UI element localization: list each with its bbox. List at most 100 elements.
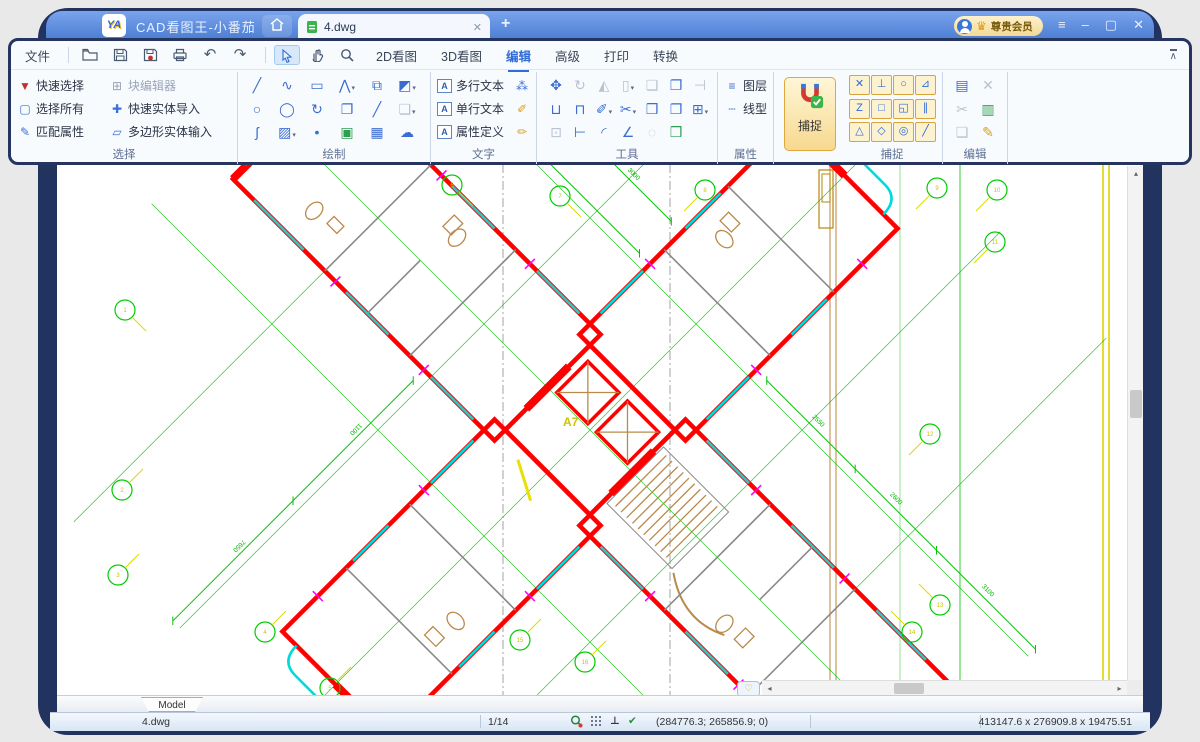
favorite-button[interactable]: ♡: [737, 681, 760, 695]
tab-convert[interactable]: 转换: [653, 46, 678, 65]
snap-parallel-icon[interactable]: ∥: [915, 99, 936, 119]
maximize-button[interactable]: ▢: [1105, 17, 1117, 33]
snap-intersection-icon[interactable]: ✕: [849, 75, 870, 95]
singleline-text-button[interactable]: A单行文本✐: [437, 97, 530, 120]
snap-node-icon[interactable]: ◱: [893, 99, 914, 119]
copy-icon[interactable]: ❏: [639, 74, 665, 97]
snap-quadrant-icon[interactable]: ◇: [871, 122, 892, 142]
delete-icon[interactable]: ✕: [975, 74, 1001, 97]
tab-3d-view[interactable]: 3D看图: [441, 46, 482, 65]
zoom-status-icon[interactable]: [570, 715, 583, 731]
chamfer-icon[interactable]: ∠: [615, 121, 641, 144]
document-tab[interactable]: 4.dwg ✕: [298, 14, 490, 40]
polyline-icon[interactable]: ⋀▾: [334, 74, 360, 97]
move-icon[interactable]: ✥: [543, 74, 569, 97]
quick-entity-import-button[interactable]: ✚快速实体导入: [109, 97, 231, 120]
snap-endpoint-icon[interactable]: □: [871, 99, 892, 119]
polygon-entity-input-button[interactable]: ▱多边形实体输入: [109, 120, 231, 143]
ortho-status-icon[interactable]: ⊥: [610, 715, 620, 727]
vertical-scroll-thumb[interactable]: [1130, 390, 1142, 418]
rotate-icon[interactable]: ↻: [567, 74, 593, 97]
revcloud-icon[interactable]: ☁: [394, 121, 420, 144]
snap-tangent-icon[interactable]: ⊿: [915, 75, 936, 95]
rectangle-icon[interactable]: ▭: [304, 74, 330, 97]
paste-special-icon[interactable]: ▥: [975, 98, 1001, 121]
copy-object-icon[interactable]: ❏▾: [394, 98, 420, 121]
break-icon[interactable]: ⊔: [543, 98, 569, 121]
zoom-search-icon[interactable]: [334, 45, 360, 65]
text-style-icon[interactable]: ⁂: [514, 79, 530, 93]
layers-button[interactable]: ≡图层: [724, 74, 767, 97]
tab-edit[interactable]: 编辑: [506, 46, 531, 65]
tab-advanced[interactable]: 高级: [555, 46, 580, 65]
region-icon[interactable]: ◩▾: [394, 74, 420, 97]
edit-attribute-icon[interactable]: ✏: [514, 125, 530, 139]
undo-icon[interactable]: ↶: [197, 45, 223, 65]
multiline-text-button[interactable]: A多行文本⁂: [437, 74, 530, 97]
paste-block-icon[interactable]: ❐: [663, 98, 689, 121]
hatch-icon[interactable]: ▨▾: [274, 121, 300, 144]
edit-text-icon[interactable]: ✐: [514, 102, 530, 116]
circle-icon[interactable]: ○: [244, 98, 270, 121]
align-icon[interactable]: ⊣: [687, 74, 713, 97]
tab-2d-view[interactable]: 2D看图: [376, 46, 417, 65]
membership-badge[interactable]: ♛ 尊贵会员: [954, 16, 1043, 36]
grid-status-icon[interactable]: [590, 715, 602, 730]
snap-insertion-icon[interactable]: ◎: [893, 122, 914, 142]
line-icon[interactable]: ╱: [244, 74, 270, 97]
pan-hand-icon[interactable]: [304, 45, 330, 65]
array-icon[interactable]: ❒: [639, 98, 665, 121]
menu-file[interactable]: 文件: [25, 46, 50, 65]
save-icon[interactable]: [107, 45, 133, 65]
image-icon[interactable]: ▣: [334, 121, 360, 144]
offset-icon[interactable]: ▯▾: [615, 74, 641, 97]
paste-icon[interactable]: ▤: [949, 74, 975, 97]
print-icon[interactable]: [167, 45, 193, 65]
ellipse-icon[interactable]: ◯: [274, 98, 300, 121]
scroll-left-icon[interactable]: ◂: [762, 681, 777, 695]
arc-icon[interactable]: ↻: [304, 98, 330, 121]
spline-icon[interactable]: ʃ: [244, 121, 270, 144]
insert-icon[interactable]: ⊞▾: [687, 98, 713, 121]
esnap-status-icon[interactable]: ✔: [628, 715, 637, 727]
tab-close-icon[interactable]: ✕: [473, 21, 482, 34]
quick-select-button[interactable]: ▼快速选择: [17, 74, 109, 97]
open-file-icon[interactable]: [77, 45, 103, 65]
trim-icon[interactable]: ✂▾: [615, 98, 641, 121]
tab-print[interactable]: 打印: [604, 46, 629, 65]
cut-icon[interactable]: ✂: [949, 98, 975, 121]
export-icon[interactable]: ❒: [663, 121, 689, 144]
scroll-right-icon[interactable]: ▸: [1112, 681, 1127, 695]
copy-clip-icon[interactable]: ❏: [949, 121, 975, 144]
join-icon[interactable]: ⊡: [543, 121, 569, 144]
erase-icon[interactable]: ✐▾: [591, 98, 617, 121]
edit-properties-icon[interactable]: ✎: [975, 121, 1001, 144]
snap-extension-icon[interactable]: Z: [849, 99, 870, 119]
linetype-button[interactable]: ┄线型: [724, 97, 767, 120]
block-paste-icon[interactable]: ❐: [334, 98, 360, 121]
new-tab-button[interactable]: +: [501, 15, 510, 33]
home-button[interactable]: [262, 15, 292, 37]
match-properties-button[interactable]: ✎匹配属性: [17, 120, 109, 143]
select-all-button[interactable]: ▢选择所有: [17, 97, 109, 120]
mirror-icon[interactable]: ◭: [591, 74, 617, 97]
snap-nearest-icon[interactable]: ╱: [915, 122, 936, 142]
table-icon[interactable]: ▦: [364, 121, 390, 144]
snap-toggle-button[interactable]: 捕捉: [784, 77, 836, 151]
copy-base-icon[interactable]: ❐: [663, 74, 689, 97]
block-editor-button[interactable]: ⊞块编辑器: [109, 74, 231, 97]
close-button[interactable]: ✕: [1133, 17, 1144, 33]
select-cursor-icon[interactable]: [274, 45, 300, 65]
stretch-icon[interactable]: ⊢: [567, 121, 593, 144]
redo-icon[interactable]: ↷: [227, 45, 253, 65]
measure-line-icon[interactable]: ╱: [364, 98, 390, 121]
collapse-ribbon-icon[interactable]: ∧: [1170, 49, 1177, 61]
scroll-up-icon[interactable]: ▴: [1128, 166, 1143, 181]
insert-block-icon[interactable]: ⧉: [364, 74, 390, 97]
sketch-icon[interactable]: ∿: [274, 74, 300, 97]
vertical-scrollbar[interactable]: ▴ ▾: [1127, 166, 1143, 695]
explode-icon[interactable]: ◌: [639, 121, 665, 144]
horizontal-scroll-thumb[interactable]: [894, 683, 924, 694]
menu-icon[interactable]: ≡: [1058, 17, 1066, 33]
horizontal-scrollbar[interactable]: ◂ ▸: [762, 680, 1127, 695]
